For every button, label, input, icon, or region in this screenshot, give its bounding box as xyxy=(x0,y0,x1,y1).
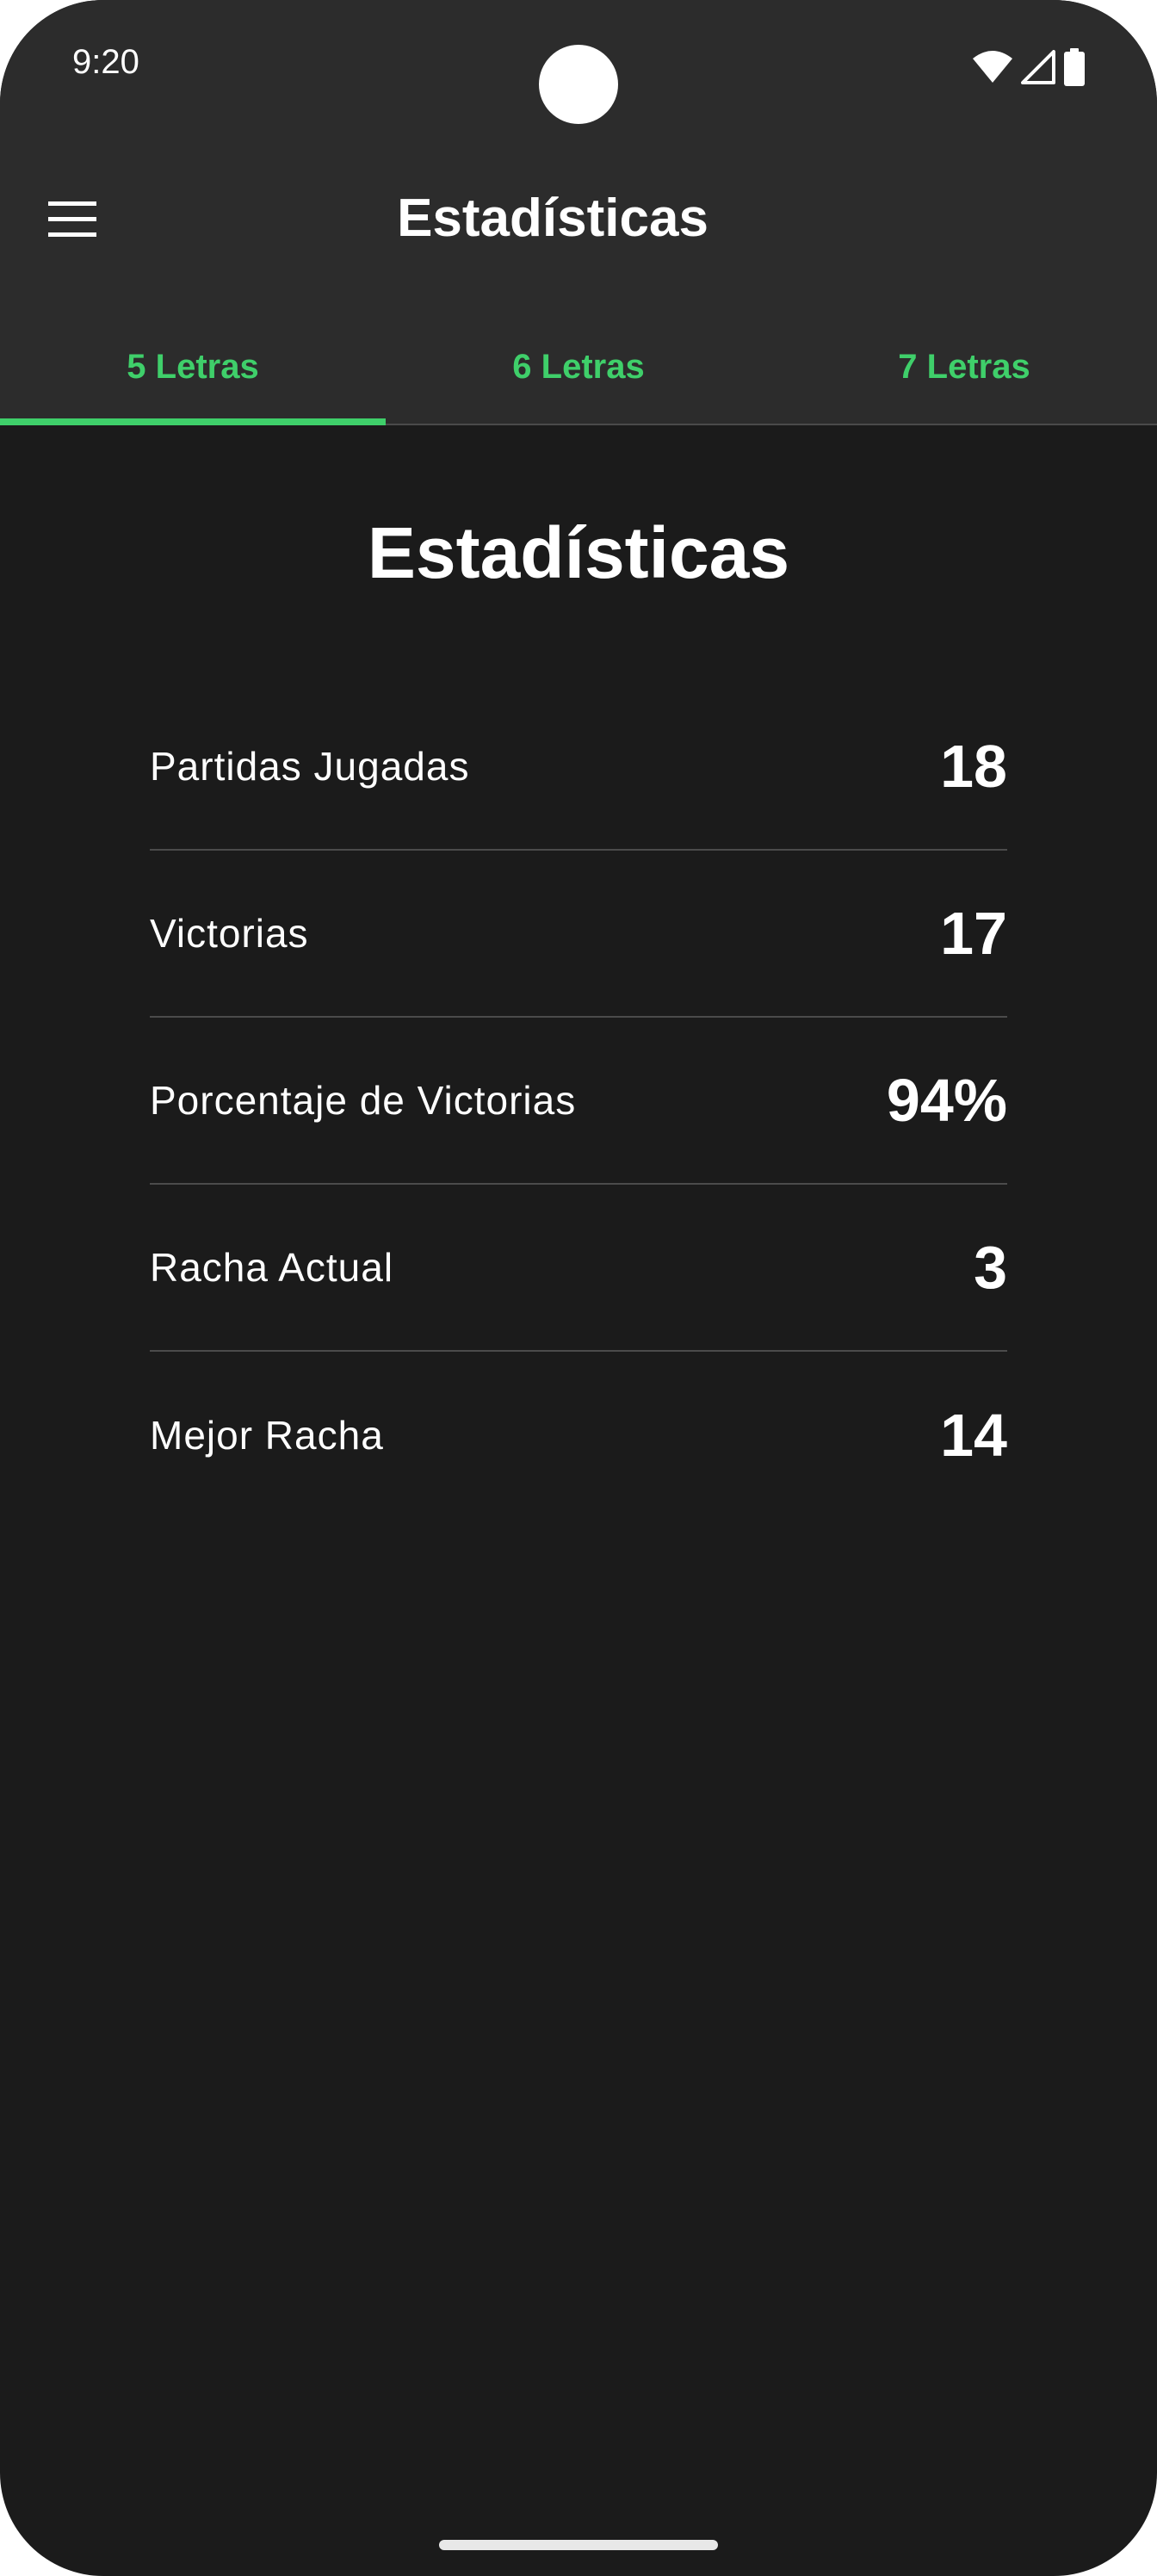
top-app-surface: 9:20 Estadísticas 5 Letras 6 Letras 7 Le… xyxy=(0,0,1157,425)
stat-value: 3 xyxy=(974,1234,1007,1301)
stat-value: 17 xyxy=(940,900,1007,967)
stat-row-current-streak: Racha Actual 3 xyxy=(150,1185,1007,1352)
home-indicator[interactable] xyxy=(439,2540,718,2550)
tab-label: 7 Letras xyxy=(898,347,1030,386)
stat-value: 14 xyxy=(940,1402,1007,1469)
stat-label: Racha Actual xyxy=(150,1245,394,1290)
tab-6-letras[interactable]: 6 Letras xyxy=(386,310,771,424)
wifi-icon xyxy=(973,51,1012,83)
stat-label: Porcentaje de Victorias xyxy=(150,1078,577,1123)
status-bar: 9:20 xyxy=(0,0,1157,138)
tab-label: 5 Letras xyxy=(127,347,259,386)
app-bar-title: Estadísticas xyxy=(397,189,708,248)
letter-count-tabs: 5 Letras 6 Letras 7 Letras xyxy=(0,310,1157,425)
phone-screen: 9:20 Estadísticas 5 Letras 6 Letras 7 Le… xyxy=(0,0,1157,2576)
stat-row-games-played: Partidas Jugadas 18 xyxy=(150,684,1007,851)
stat-label: Partidas Jugadas xyxy=(150,744,470,789)
tab-label: 6 Letras xyxy=(512,347,645,386)
stat-value: 94% xyxy=(886,1067,1007,1134)
status-icons xyxy=(973,48,1085,86)
status-time: 9:20 xyxy=(72,43,139,81)
stats-list: Partidas Jugadas 18 Victorias 17 Porcent… xyxy=(150,684,1007,1519)
tab-5-letras[interactable]: 5 Letras xyxy=(0,310,386,425)
battery-icon xyxy=(1064,48,1085,86)
section-title: Estadísticas xyxy=(367,512,790,593)
app-bar: Estadísticas xyxy=(0,155,1157,284)
signal-icon xyxy=(1021,50,1055,84)
stat-value: 18 xyxy=(940,733,1007,800)
stat-row-win-percentage: Porcentaje de Victorias 94% xyxy=(150,1018,1007,1185)
camera-cutout xyxy=(539,45,618,124)
stat-row-wins: Victorias 17 xyxy=(150,851,1007,1018)
stat-label: Mejor Racha xyxy=(150,1413,384,1458)
stat-label: Victorias xyxy=(150,911,309,956)
stat-row-best-streak: Mejor Racha 14 xyxy=(150,1352,1007,1519)
tab-7-letras[interactable]: 7 Letras xyxy=(771,310,1157,424)
